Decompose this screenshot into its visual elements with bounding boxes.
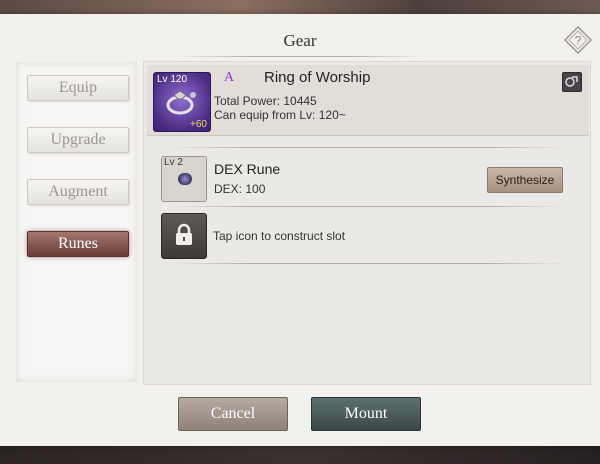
- item-equip-level: Can equip from Lv: 120~: [214, 108, 346, 122]
- compare-icon[interactable]: [562, 72, 582, 92]
- item-enhance-level: +60: [190, 119, 207, 130]
- locked-rune-slot[interactable]: [161, 213, 207, 259]
- game-backdrop-bottom: [0, 444, 600, 464]
- item-total-power: Total Power: 10445: [214, 94, 317, 108]
- cancel-button[interactable]: Cancel: [178, 397, 288, 431]
- locked-slot-hint: Tap icon to construct slot: [213, 229, 346, 243]
- rune-stat: DEX: 100: [214, 182, 266, 196]
- rune-name: DEX Rune: [214, 161, 281, 177]
- title-divider: [175, 56, 425, 57]
- mount-button[interactable]: Mount: [311, 397, 421, 431]
- gear-nav-panel: [16, 62, 137, 382]
- tab-equip[interactable]: Equip: [27, 75, 129, 101]
- item-level: Lv 120: [157, 74, 188, 85]
- item-name: Ring of Worship: [264, 69, 371, 86]
- dialog-title: Gear: [283, 31, 317, 50]
- item-grade: A: [224, 70, 235, 85]
- tab-augment[interactable]: Augment: [27, 179, 129, 205]
- help-diamond-icon[interactable]: ?: [563, 25, 593, 55]
- rune-row-divider: [170, 147, 566, 148]
- rune-row-divider: [170, 206, 566, 207]
- svg-text:?: ?: [575, 34, 582, 48]
- tab-runes[interactable]: Runes: [27, 231, 129, 257]
- rune-gem-icon: [178, 173, 192, 185]
- item-slot[interactable]: Lv 120 +60: [153, 72, 211, 132]
- ring-icon: [164, 87, 200, 117]
- tab-upgrade[interactable]: Upgrade: [27, 127, 129, 153]
- rune-row-divider: [170, 263, 566, 264]
- lock-icon: [174, 223, 194, 247]
- rune-level: Lv 2: [164, 157, 183, 168]
- synthesize-button[interactable]: Synthesize: [487, 167, 563, 193]
- rune-slot[interactable]: Lv 2: [161, 156, 207, 202]
